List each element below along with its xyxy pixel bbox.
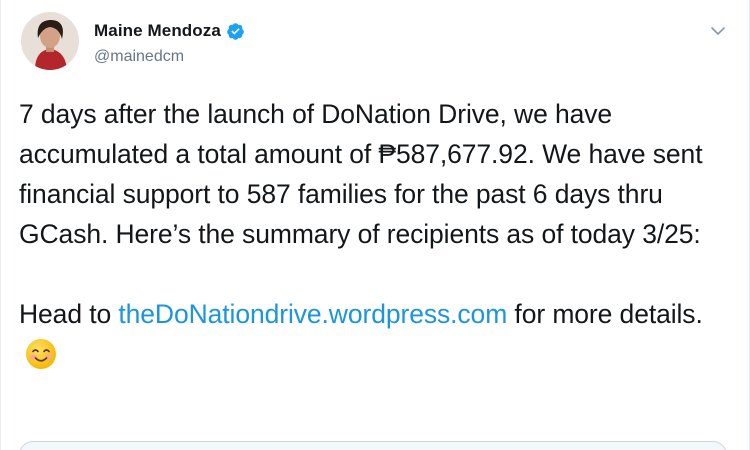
tweet-paragraph-summary: 7 days after the launch of DoNation Driv… [19, 99, 703, 249]
verified-badge-icon [226, 22, 245, 41]
author-handle[interactable]: @mainedcm [94, 48, 184, 66]
avatar[interactable] [21, 12, 79, 70]
tweet-paragraph-link: Head to theDoNationdrive.wordpress.com f… [19, 294, 735, 374]
avatar-image [21, 12, 79, 70]
attached-media-card[interactable] [19, 441, 727, 450]
author-line: Maine Mendoza [94, 21, 245, 41]
link-suffix: for more details. [507, 299, 703, 329]
tweet-text: 7 days after the launch of DoNation Driv… [19, 94, 735, 374]
smiling-face-emoji-icon [25, 338, 57, 370]
tweet: Maine Mendoza @mainedcm 7 days after the… [0, 0, 750, 450]
author-display-name[interactable]: Maine Mendoza [94, 21, 221, 41]
link-prefix: Head to [19, 299, 119, 329]
donation-drive-link[interactable]: theDoNationdrive.wordpress.com [118, 299, 507, 329]
chevron-down-icon[interactable] [709, 22, 727, 40]
